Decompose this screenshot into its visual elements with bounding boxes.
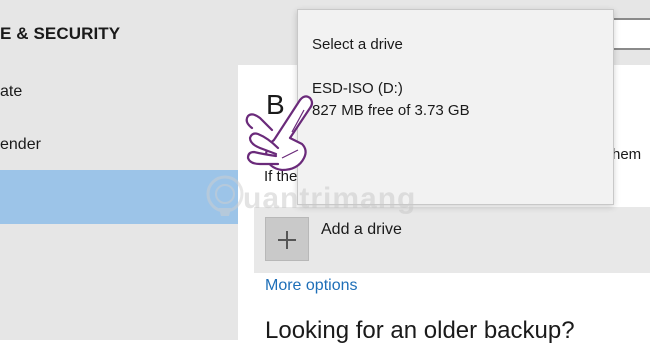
sidebar-item-windows-update[interactable]: ate — [0, 83, 22, 101]
drive-name: ESD-ISO (D:) — [312, 80, 403, 97]
description-text-end: hem — [612, 146, 642, 163]
drive-option-esd-iso[interactable]: ESD-ISO (D:) 827 MB free of 3.73 GB — [312, 78, 592, 122]
description-text: If the — [264, 168, 298, 185]
select-drive-flyout: Select a drive ESD-ISO (D:) 827 MB free … — [297, 9, 614, 205]
older-backup-heading: Looking for an older backup? — [265, 317, 575, 344]
more-options-link[interactable]: More options — [265, 277, 358, 295]
drive-free-space: 827 MB free of 3.73 GB — [312, 102, 470, 119]
sidebar: ate ender — [0, 65, 238, 340]
add-drive-label: Add a drive — [321, 221, 402, 238]
page-title: E & SECURITY — [0, 24, 121, 43]
sidebar-item-windows-defender[interactable]: ender — [0, 136, 41, 154]
sidebar-item-backup-selected[interactable] — [0, 170, 238, 224]
page-heading: B — [266, 89, 285, 120]
plus-icon — [265, 217, 309, 261]
flyout-title: Select a drive — [312, 36, 403, 53]
add-drive-button[interactable]: Add a drive — [254, 207, 650, 273]
search-box[interactable] — [612, 18, 650, 50]
